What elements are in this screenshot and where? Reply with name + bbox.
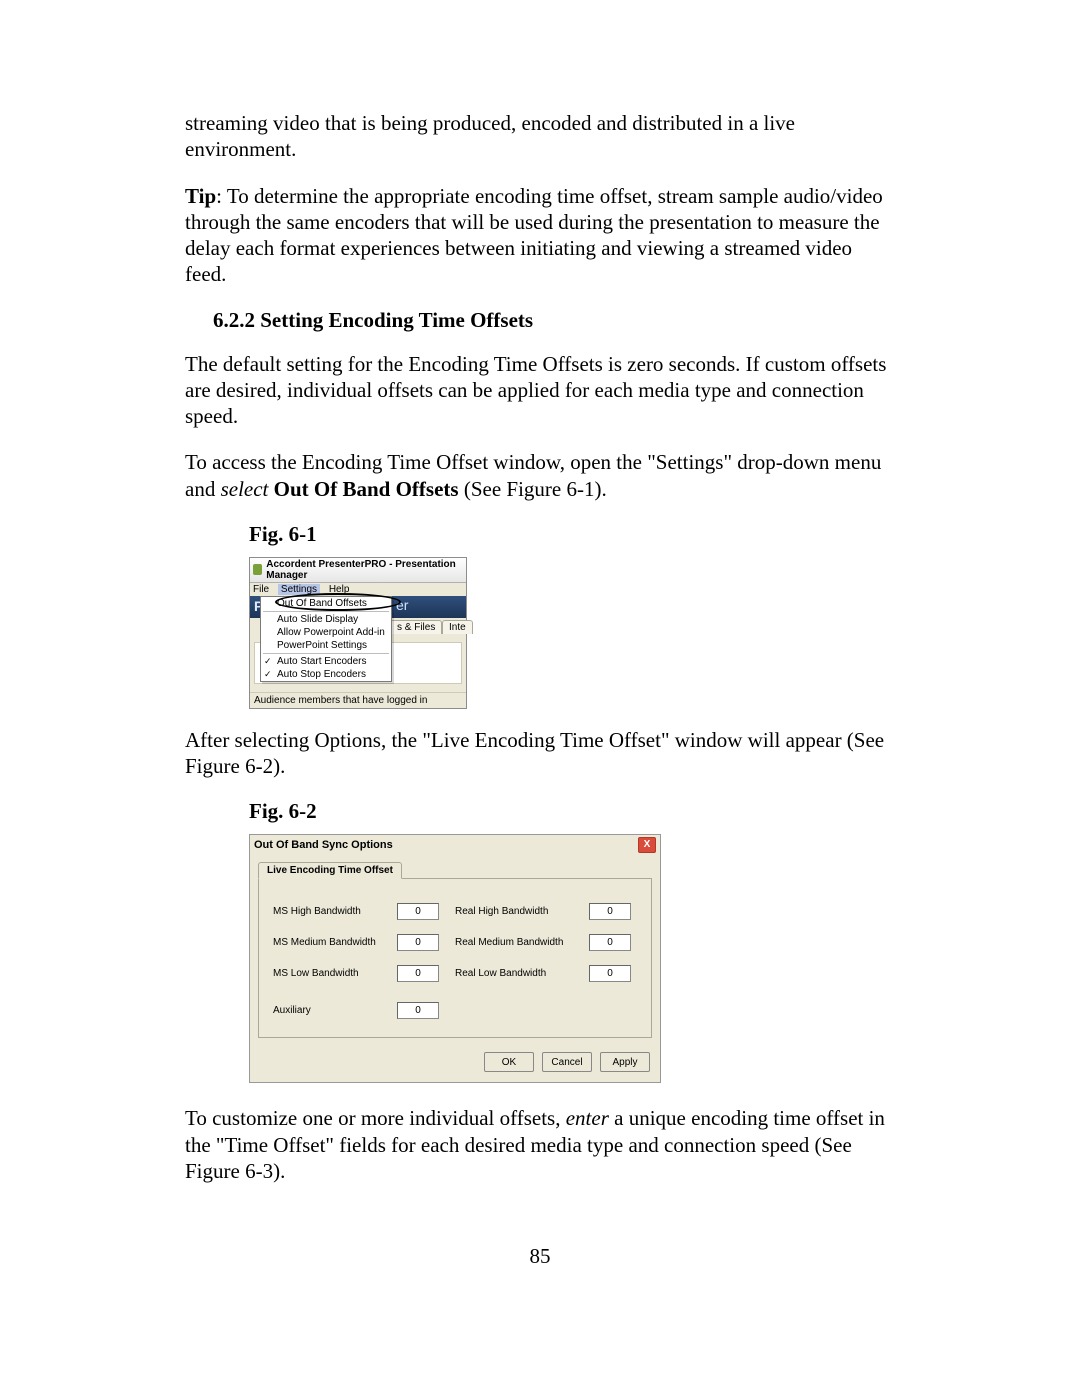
text-bold: Out Of Band Offsets <box>268 477 458 501</box>
menu-item-ppt-settings[interactable]: PowerPoint Settings <box>261 639 391 652</box>
figure-caption: Fig. 6-2 <box>249 799 895 824</box>
cancel-button[interactable]: Cancel <box>542 1052 592 1072</box>
audience-label: Audience members that have logged in <box>250 692 466 708</box>
field-ms-low[interactable] <box>397 965 439 982</box>
tip-body: : To determine the appropriate encoding … <box>185 184 883 287</box>
ok-button[interactable]: OK <box>484 1052 534 1072</box>
tab-inte[interactable]: Inte <box>442 620 473 634</box>
paragraph: After selecting Options, the "Live Encod… <box>185 727 895 780</box>
section-heading: 6.2.2 Setting Encoding Time Offsets <box>213 308 895 333</box>
paragraph: The default setting for the Encoding Tim… <box>185 351 895 430</box>
menu-item-auto-slide[interactable]: Auto Slide Display <box>261 613 391 626</box>
app-icon <box>253 564 262 575</box>
paragraph: To customize one or more individual offs… <box>185 1105 895 1184</box>
window-titlebar: Accordent PresenterPRO - Presentation Ma… <box>250 558 466 583</box>
label-real-low: Real Low Bandwidth <box>455 968 575 979</box>
page-number: 85 <box>185 1244 895 1269</box>
dialog-titlebar: Out Of Band Sync Options X <box>250 835 660 855</box>
figure-caption: Fig. 6-1 <box>249 522 895 547</box>
tip-label: Tip <box>185 184 216 208</box>
brand-right: er <box>396 597 408 613</box>
menu-settings[interactable]: Settings <box>278 584 320 595</box>
menu-help[interactable]: Help <box>329 584 350 595</box>
close-icon[interactable]: X <box>638 837 656 853</box>
label-ms-med: MS Medium Bandwidth <box>273 937 383 948</box>
label-auxiliary: Auxiliary <box>273 1005 383 1016</box>
text: To customize one or more individual offs… <box>185 1106 566 1130</box>
tab-live-encoding[interactable]: Live Encoding Time Offset <box>258 862 402 879</box>
figure-6-2: Out Of Band Sync Options X Live Encoding… <box>249 834 661 1083</box>
menu-item-allow-addin[interactable]: Allow Powerpoint Add-in <box>261 626 391 639</box>
figure-6-1: Accordent PresenterPRO - Presentation Ma… <box>249 557 467 709</box>
tab-strip: Live Encoding Time Offset <box>250 855 660 878</box>
text-italic: enter <box>566 1106 609 1130</box>
label-real-high: Real High Bandwidth <box>455 906 575 917</box>
field-real-med[interactable] <box>589 934 631 951</box>
field-ms-med[interactable] <box>397 934 439 951</box>
field-ms-high[interactable] <box>397 903 439 920</box>
window-title: Accordent PresenterPRO - Presentation Ma… <box>266 559 463 581</box>
paragraph-tip: Tip: To determine the appropriate encodi… <box>185 183 895 288</box>
menu-item-auto-stop[interactable]: Auto Stop Encoders <box>261 668 391 681</box>
label-real-med: Real Medium Bandwidth <box>455 937 575 948</box>
dialog-buttons: OK Cancel Apply <box>250 1046 660 1082</box>
menu-item-oob-offsets[interactable]: Out Of Band Offsets <box>261 597 391 610</box>
field-real-low[interactable] <box>589 965 631 982</box>
apply-button[interactable]: Apply <box>600 1052 650 1072</box>
menu-item-auto-start[interactable]: Auto Start Encoders <box>261 655 391 668</box>
label-ms-low: MS Low Bandwidth <box>273 968 383 979</box>
field-real-high[interactable] <box>589 903 631 920</box>
dialog-panel: MS High Bandwidth Real High Bandwidth MS… <box>258 878 652 1038</box>
tab-files[interactable]: s & Files <box>390 620 442 634</box>
text-italic: select <box>221 477 269 501</box>
menu-bar: File Settings Help <box>250 583 466 596</box>
label-ms-high: MS High Bandwidth <box>273 906 383 917</box>
paragraph: streaming video that is being produced, … <box>185 110 895 163</box>
settings-dropdown: Out Of Band Offsets Auto Slide Display A… <box>260 596 392 682</box>
text: (See Figure 6-1). <box>459 477 607 501</box>
paragraph: To access the Encoding Time Offset windo… <box>185 449 895 502</box>
menu-file[interactable]: File <box>253 584 269 595</box>
field-auxiliary[interactable] <box>397 1002 439 1019</box>
dialog-title: Out Of Band Sync Options <box>254 839 393 851</box>
